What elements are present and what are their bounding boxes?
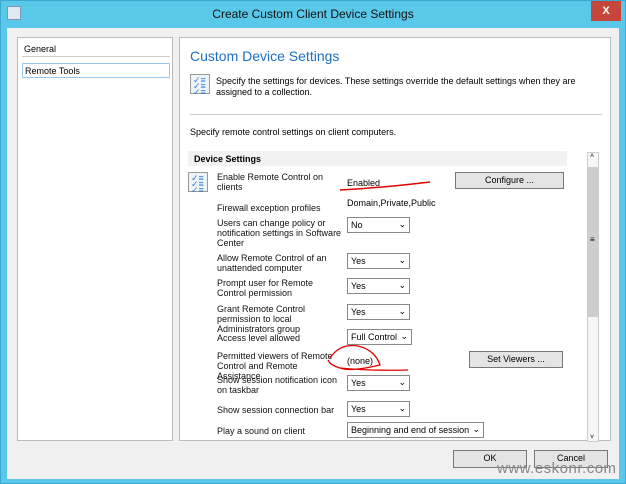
window-title: Create Custom Client Device Settings — [212, 7, 414, 21]
dialog-body: General Remote Tools Custom Device Setti… — [7, 28, 619, 479]
nav-item-general[interactable]: General — [22, 42, 170, 57]
nav-panel: General Remote Tools — [17, 37, 173, 441]
dialog-window: Create Custom Client Device Settings X G… — [0, 0, 626, 484]
nav-item-remote-tools[interactable]: Remote Tools — [22, 63, 170, 78]
settings-panel: Custom Device Settings ✓≡ ✓≡ ✓≡ Specify th… — [179, 37, 611, 442]
close-button[interactable]: X — [591, 1, 621, 21]
watermark: www.eskonr.com — [497, 460, 617, 477]
red-annotation — [327, 181, 431, 371]
title-bar: Create Custom Client Device Settings X — [1, 1, 625, 28]
